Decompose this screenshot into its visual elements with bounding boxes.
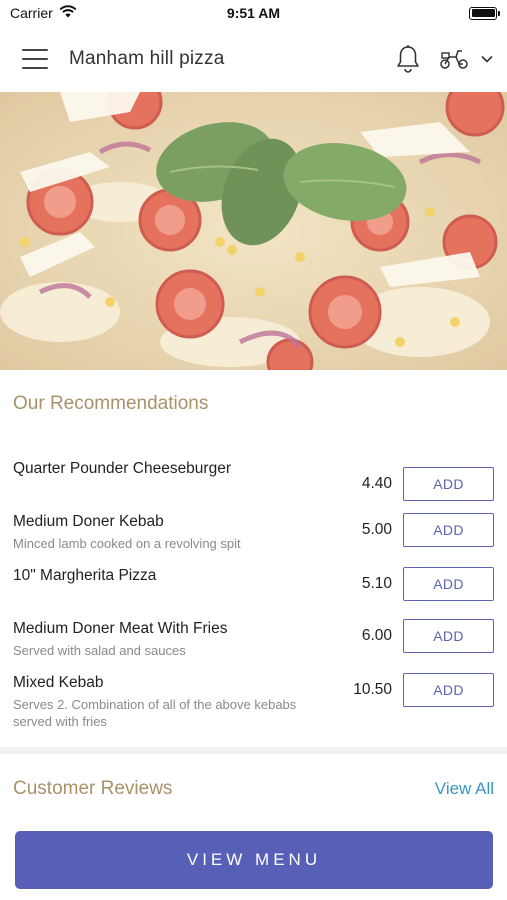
item-description: Minced lamb cooked on a revolving spit <box>13 536 241 551</box>
reviews-title: Customer Reviews <box>13 778 173 799</box>
bell-icon[interactable] <box>395 44 421 74</box>
view-menu-button[interactable]: VIEW MENU <box>15 831 493 889</box>
menu-icon[interactable] <box>22 49 48 69</box>
hero-pizza-image <box>0 92 507 370</box>
item-name: Medium Doner Kebab <box>13 513 164 530</box>
wifi-icon <box>59 5 77 21</box>
view-all-reviews-link[interactable]: View All <box>435 779 494 799</box>
recommendations-title: Our Recommendations <box>13 393 209 414</box>
add-button[interactable]: ADD <box>403 467 494 501</box>
section-divider <box>0 747 507 754</box>
battery-icon <box>469 6 500 20</box>
page-title: Manham hill pizza <box>69 48 225 69</box>
item-price: 5.10 <box>361 575 392 592</box>
add-button[interactable]: ADD <box>403 673 494 707</box>
item-name: Medium Doner Meat With Fries <box>13 620 228 637</box>
item-price: 5.00 <box>361 521 392 538</box>
item-price: 4.40 <box>361 475 392 492</box>
item-price: 6.00 <box>361 627 392 644</box>
add-button[interactable]: ADD <box>403 619 494 653</box>
item-name: Mixed Kebab <box>13 674 104 691</box>
add-button[interactable]: ADD <box>403 513 494 547</box>
item-price: 10.50 <box>353 681 392 698</box>
add-button[interactable]: ADD <box>403 567 494 601</box>
chevron-down-icon <box>481 55 493 63</box>
carrier-label: Carrier <box>10 5 53 21</box>
status-left: Carrier <box>10 5 77 21</box>
app-header: Manham hill pizza <box>0 26 507 92</box>
item-name: Quarter Pounder Cheeseburger <box>13 460 231 477</box>
delivery-scooter-icon[interactable] <box>439 48 493 70</box>
header-actions <box>395 44 493 74</box>
item-name: 10" Margherita Pizza <box>13 567 157 584</box>
item-description: Serves 2. Combination of all of the abov… <box>13 697 297 729</box>
item-description: Served with salad and sauces <box>13 643 186 658</box>
status-bar: Carrier 9:51 AM <box>0 0 507 26</box>
